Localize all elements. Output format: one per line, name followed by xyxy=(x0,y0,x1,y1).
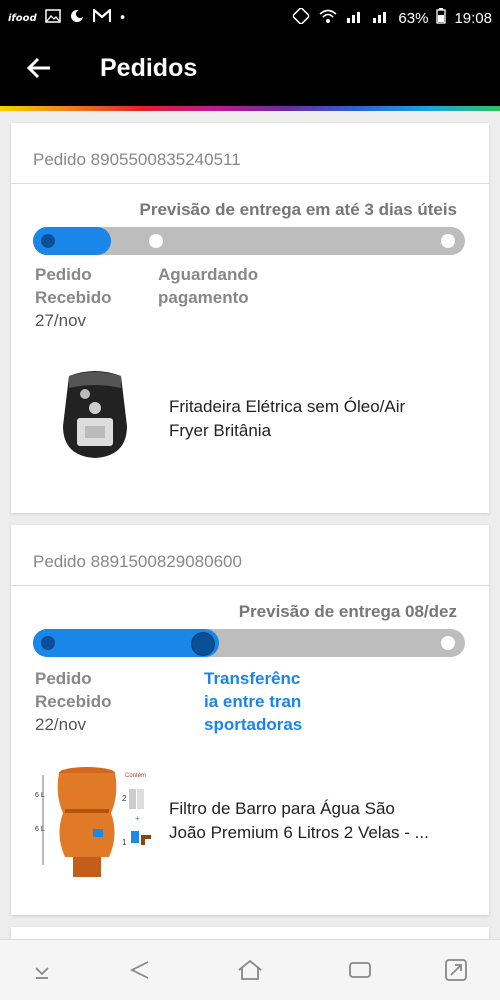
clock: 19:08 xyxy=(454,9,492,27)
arrow-left-icon xyxy=(26,57,50,79)
status-left-icons: ifood • xyxy=(8,7,127,28)
progress-track xyxy=(33,629,465,657)
order-number: Pedido 8891500829080600 xyxy=(11,525,489,586)
battery-percent: 63% xyxy=(398,9,429,27)
order-card[interactable]: Pedido 8905500835240511 Previsão de entr… xyxy=(11,123,489,513)
wifi-icon xyxy=(318,8,338,28)
step-carrier-transfer: Transferênc ia entre tran sportadoras xyxy=(204,669,303,734)
status-bar: ifood • 63% 19:08 xyxy=(0,0,500,34)
step-dot-done xyxy=(41,636,55,650)
app-bar: Pedidos xyxy=(0,34,500,106)
signal-2-icon xyxy=(372,8,390,28)
recents-icon xyxy=(349,962,371,978)
image-contains-text: Contém xyxy=(125,773,146,779)
step-dot-pending xyxy=(441,636,455,650)
dot-icon: • xyxy=(118,10,127,26)
image-icon xyxy=(44,9,61,27)
product-name[interactable]: Filtro de Barro para Água São João Premi… xyxy=(169,797,469,845)
page-title: Pedidos xyxy=(100,54,198,82)
back-triangle-icon xyxy=(129,961,149,979)
system-nav-bar xyxy=(0,939,500,1000)
gmail-icon xyxy=(92,7,111,27)
download-nav-button[interactable] xyxy=(28,956,56,984)
status-right-icons: 63% 19:08 xyxy=(292,7,492,28)
weather-icon xyxy=(69,8,85,28)
back-button[interactable] xyxy=(24,52,56,84)
step-received: Pedido Recebido 22/nov xyxy=(35,669,112,734)
back-nav-button[interactable] xyxy=(126,956,154,984)
recents-nav-button[interactable] xyxy=(346,956,374,984)
progress-track xyxy=(33,227,465,255)
step-dot-pending xyxy=(441,234,455,248)
signal-1-icon xyxy=(346,8,364,28)
home-nav-button[interactable] xyxy=(236,956,264,984)
rainbow-divider xyxy=(0,106,500,111)
order-card[interactable]: Pedido 8891500829080600 Previsão de entr… xyxy=(11,525,489,915)
svg-text:+: + xyxy=(135,814,140,823)
product-name[interactable]: Fritadeira Elétrica sem Óleo/Air Fryer B… xyxy=(169,395,469,443)
image-qty-candles: 2 xyxy=(122,794,127,803)
step-awaiting-payment: Aguardando pagamento xyxy=(158,265,259,307)
air-fryer-image xyxy=(55,366,135,471)
step-dot-done xyxy=(41,234,55,248)
home-icon xyxy=(238,959,262,980)
step-received: Pedido Recebido 27/nov xyxy=(35,265,112,330)
expand-icon xyxy=(445,959,467,981)
order-number: Pedido 8905500835240511 xyxy=(11,123,489,184)
delivery-forecast: Previsão de entrega 08/dez xyxy=(238,602,457,621)
delivery-forecast: Previsão de entrega em até 3 dias úteis xyxy=(139,200,457,219)
battery-icon xyxy=(436,8,447,28)
ifood-icon: ifood xyxy=(8,12,37,24)
step-dot-current xyxy=(191,632,215,656)
step-date: 22/nov xyxy=(35,715,87,734)
image-qty-tap: 1 xyxy=(122,838,127,847)
expand-nav-button[interactable] xyxy=(442,956,470,984)
nfc-icon xyxy=(292,7,310,28)
step-dot-pending xyxy=(149,234,163,248)
water-filter-image: Contém 6 L 6 L 2 + 1 xyxy=(29,765,163,888)
step-date: 27/nov xyxy=(35,311,87,330)
chevron-down-icon xyxy=(35,967,49,979)
